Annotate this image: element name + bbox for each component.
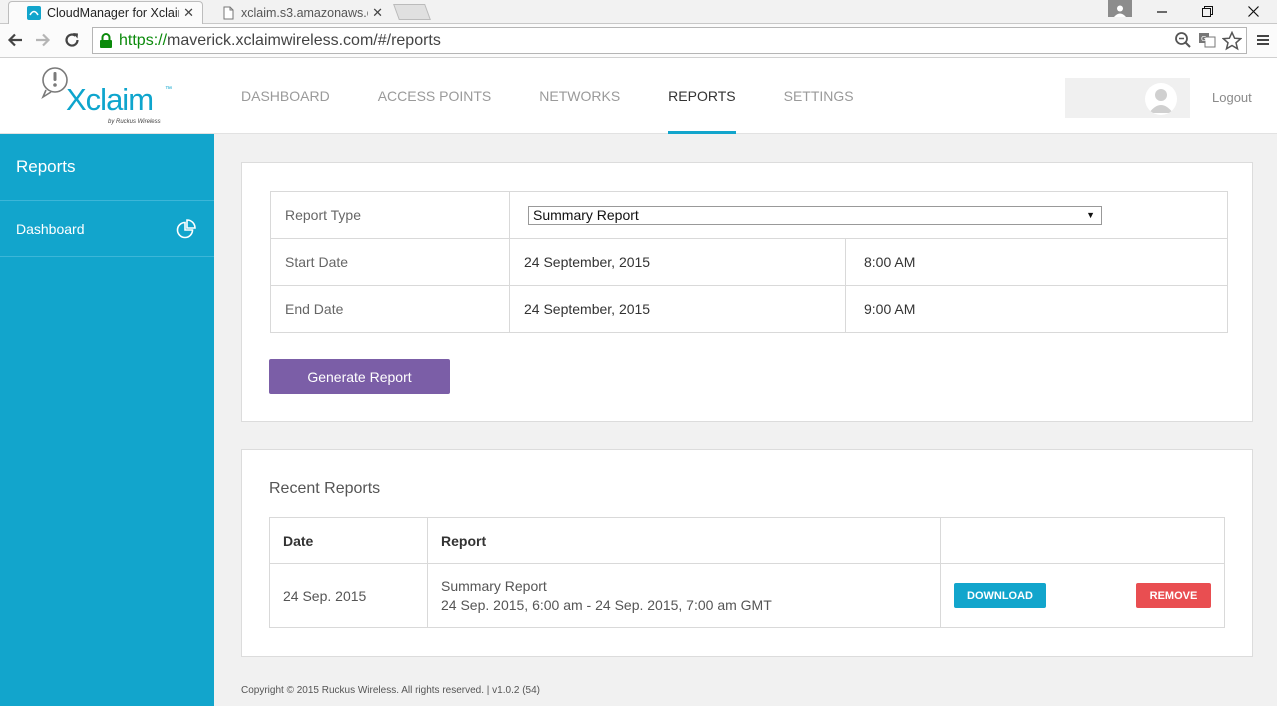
report-name: Summary Report: [441, 577, 547, 594]
download-button[interactable]: DOWNLOAD: [954, 583, 1046, 608]
sidebar-title: Reports: [0, 134, 214, 201]
end-date-field[interactable]: 24 September, 2015: [509, 285, 846, 333]
logout-link[interactable]: Logout: [1212, 90, 1252, 105]
report-type-value: Summary Report: [533, 207, 639, 223]
recent-reports-table: Date Report 24 Sep. 2015 Summary Report …: [269, 517, 1225, 628]
browser-user-icon[interactable]: [1108, 0, 1132, 17]
report-range: 24 Sep. 2015, 6:00 am - 24 Sep. 2015, 7:…: [441, 596, 772, 613]
restore-icon[interactable]: [1185, 0, 1229, 22]
avatar: [1145, 83, 1177, 115]
logo-tagline: by Ruckus Wireless: [108, 119, 161, 125]
browser-tabstrip: CloudManager for Xclaim ✕ xclaim.s3.amaz…: [0, 0, 1277, 24]
xclaim-favicon-icon: [27, 6, 41, 20]
column-header-date: Date: [269, 517, 428, 564]
report-info-cell: Summary Report 24 Sep. 2015, 6:00 am - 2…: [427, 563, 941, 628]
user-icon: [1149, 89, 1173, 113]
browser-toolbar: https://maverick.xclaimwireless.com/#/re…: [0, 24, 1277, 58]
report-date-cell: 24 Sep. 2015: [269, 563, 428, 628]
translate-icon[interactable]: G: [1198, 31, 1216, 49]
forward-arrow-icon[interactable]: [32, 29, 54, 51]
start-date-row: Start Date 24 September, 2015 8:00 AM: [270, 238, 1228, 286]
recent-reports-panel: Recent Reports Date Report 24 Sep. 2015 …: [241, 449, 1253, 657]
end-date-row: End Date 24 September, 2015 9:00 AM: [270, 285, 1228, 333]
document-icon: [223, 6, 234, 19]
nav-dashboard[interactable]: DASHBOARD: [241, 58, 330, 134]
back-arrow-icon[interactable]: [4, 29, 26, 51]
start-time-field[interactable]: 8:00 AM: [845, 238, 1228, 286]
reload-icon[interactable]: [61, 29, 83, 51]
browser-tab-inactive[interactable]: xclaim.s3.amazonaws.com ✕: [203, 1, 391, 24]
sidebar-item-dashboard[interactable]: Dashboard: [0, 201, 214, 257]
menu-icon[interactable]: [1252, 29, 1274, 51]
browser-tab-title: xclaim.s3.amazonaws.com: [241, 5, 368, 20]
svg-text:G: G: [1201, 35, 1206, 43]
browser-tab-title: CloudManager for Xclaim: [47, 6, 180, 20]
report-actions-cell: DOWNLOAD REMOVE: [940, 563, 1225, 628]
report-form-panel: Report Type Summary Report ▼ Start Date …: [241, 162, 1253, 422]
column-header-actions: [940, 517, 1225, 564]
nav-reports[interactable]: REPORTS: [668, 58, 737, 134]
logo-wordmark: Xclaim: [66, 82, 154, 117]
logo-trademark: ™: [165, 86, 172, 93]
end-time-field[interactable]: 9:00 AM: [845, 285, 1228, 333]
app-header: Xclaim ™ by Ruckus Wireless DASHBOARD AC…: [0, 58, 1277, 134]
new-tab-button[interactable]: [393, 4, 431, 20]
zoom-icon[interactable]: [1174, 31, 1192, 49]
top-navigation: DASHBOARD ACCESS POINTS NETWORKS REPORTS…: [241, 58, 902, 134]
table-row: 24 Sep. 2015 Summary Report 24 Sep. 2015…: [269, 563, 1225, 628]
table-header-row: Date Report: [269, 517, 1225, 564]
close-icon[interactable]: ✕: [372, 5, 383, 21]
report-type-label: Report Type: [270, 191, 510, 239]
sidebar-item-label: Dashboard: [16, 220, 85, 237]
generate-report-button[interactable]: Generate Report: [269, 359, 450, 394]
xclaim-logo[interactable]: Xclaim ™ by Ruckus Wireless: [38, 66, 178, 126]
report-type-select[interactable]: Summary Report ▼: [528, 205, 1102, 225]
window-close-icon[interactable]: [1231, 0, 1275, 22]
nav-access-points[interactable]: ACCESS POINTS: [378, 58, 492, 134]
report-type-row: Report Type Summary Report ▼: [270, 191, 1228, 239]
nav-settings[interactable]: SETTINGS: [784, 58, 854, 134]
star-icon[interactable]: [1222, 31, 1242, 51]
nav-networks[interactable]: NETWORKS: [539, 58, 620, 134]
sidebar: Reports Dashboard: [0, 134, 214, 706]
end-date-label: End Date: [270, 285, 510, 333]
remove-button[interactable]: REMOVE: [1136, 583, 1211, 608]
dropdown-caret-icon: ▼: [1086, 210, 1095, 220]
recent-reports-title: Recent Reports: [269, 480, 381, 497]
address-bar[interactable]: https://maverick.xclaimwireless.com/#/re…: [92, 27, 1247, 54]
browser-tab-active[interactable]: CloudManager for Xclaim ✕: [8, 1, 203, 24]
close-icon[interactable]: ✕: [183, 5, 194, 21]
lock-icon: [100, 32, 112, 48]
pie-chart-icon: [176, 218, 196, 238]
footer-copyright: Copyright © 2015 Ruckus Wireless. All ri…: [241, 685, 540, 696]
url-text: https://maverick.xclaimwireless.com/#/re…: [119, 31, 441, 49]
start-date-label: Start Date: [270, 238, 510, 286]
column-header-report: Report: [427, 517, 941, 564]
minimize-icon[interactable]: [1140, 0, 1184, 22]
report-form-table: Report Type Summary Report ▼ Start Date …: [270, 191, 1228, 333]
user-menu[interactable]: [1065, 78, 1190, 118]
start-date-field[interactable]: 24 September, 2015: [509, 238, 846, 286]
